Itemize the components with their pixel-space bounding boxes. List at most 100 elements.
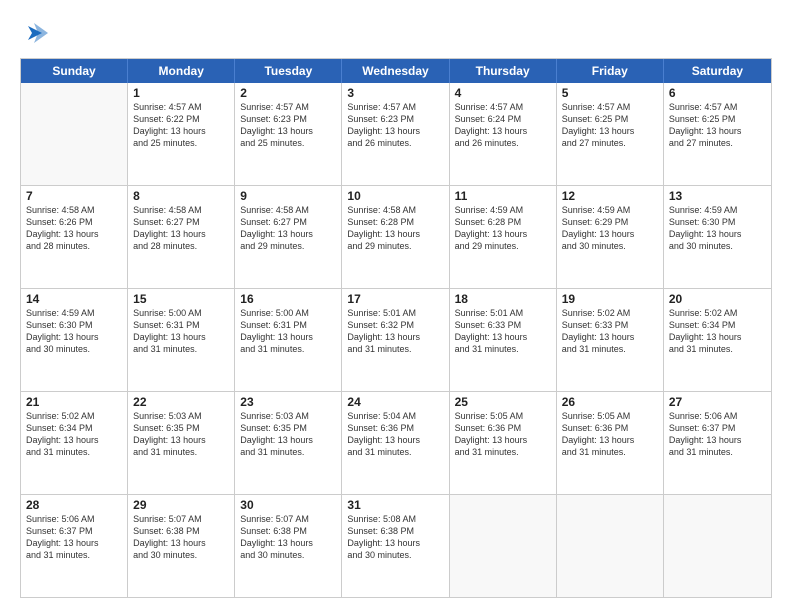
day-number: 13 (669, 189, 766, 203)
day-number: 17 (347, 292, 443, 306)
cell-info-line: and 31 minutes. (455, 446, 551, 458)
cell-info-line: Sunset: 6:35 PM (133, 422, 229, 434)
cell-info-line: Sunset: 6:38 PM (133, 525, 229, 537)
cell-info-line: and 31 minutes. (562, 446, 658, 458)
cell-info-line: Sunrise: 4:58 AM (133, 204, 229, 216)
cell-info-line: Daylight: 13 hours (669, 434, 766, 446)
calendar-cell: 22Sunrise: 5:03 AMSunset: 6:35 PMDayligh… (128, 392, 235, 494)
header-day-tuesday: Tuesday (235, 59, 342, 83)
cell-info-line: Sunrise: 5:03 AM (240, 410, 336, 422)
cell-info-line: and 29 minutes. (347, 240, 443, 252)
cell-info-line: Sunset: 6:34 PM (26, 422, 122, 434)
cell-info-line: Sunset: 6:28 PM (455, 216, 551, 228)
cell-info-line: Daylight: 13 hours (347, 434, 443, 446)
cell-info-line: Sunset: 6:23 PM (240, 113, 336, 125)
cell-info-line: Sunset: 6:37 PM (26, 525, 122, 537)
cell-info-line: Sunset: 6:38 PM (347, 525, 443, 537)
header-day-friday: Friday (557, 59, 664, 83)
calendar-cell: 31Sunrise: 5:08 AMSunset: 6:38 PMDayligh… (342, 495, 449, 597)
cell-info-line: Sunset: 6:27 PM (133, 216, 229, 228)
logo-icon (20, 18, 50, 48)
day-number: 25 (455, 395, 551, 409)
calendar-cell: 1Sunrise: 4:57 AMSunset: 6:22 PMDaylight… (128, 83, 235, 185)
cell-info-line: Daylight: 13 hours (26, 434, 122, 446)
cell-info-line: Daylight: 13 hours (240, 537, 336, 549)
day-number: 31 (347, 498, 443, 512)
cell-info-line: and 27 minutes. (669, 137, 766, 149)
calendar-cell: 28Sunrise: 5:06 AMSunset: 6:37 PMDayligh… (21, 495, 128, 597)
calendar-cell: 15Sunrise: 5:00 AMSunset: 6:31 PMDayligh… (128, 289, 235, 391)
cell-info-line: and 31 minutes. (347, 343, 443, 355)
cell-info-line: Daylight: 13 hours (455, 434, 551, 446)
cell-info-line: Sunset: 6:38 PM (240, 525, 336, 537)
day-number: 19 (562, 292, 658, 306)
cell-info-line: Sunrise: 4:57 AM (133, 101, 229, 113)
cell-info-line: Sunrise: 5:05 AM (562, 410, 658, 422)
calendar-cell: 4Sunrise: 4:57 AMSunset: 6:24 PMDaylight… (450, 83, 557, 185)
cell-info-line: Daylight: 13 hours (562, 228, 658, 240)
cell-info-line: Daylight: 13 hours (562, 125, 658, 137)
cell-info-line: Sunrise: 4:58 AM (347, 204, 443, 216)
page: SundayMondayTuesdayWednesdayThursdayFrid… (0, 0, 792, 612)
calendar-cell: 2Sunrise: 4:57 AMSunset: 6:23 PMDaylight… (235, 83, 342, 185)
cell-info-line: Sunset: 6:25 PM (669, 113, 766, 125)
cell-info-line: Daylight: 13 hours (562, 434, 658, 446)
cell-info-line: Daylight: 13 hours (455, 331, 551, 343)
cell-info-line: Sunset: 6:22 PM (133, 113, 229, 125)
cell-info-line: and 31 minutes. (133, 446, 229, 458)
cell-info-line: Sunset: 6:36 PM (455, 422, 551, 434)
cell-info-line: Sunrise: 5:08 AM (347, 513, 443, 525)
day-number: 28 (26, 498, 122, 512)
calendar-cell (21, 83, 128, 185)
cell-info-line: Sunrise: 4:57 AM (455, 101, 551, 113)
calendar-cell: 18Sunrise: 5:01 AMSunset: 6:33 PMDayligh… (450, 289, 557, 391)
cell-info-line: Sunrise: 5:04 AM (347, 410, 443, 422)
calendar-cell: 23Sunrise: 5:03 AMSunset: 6:35 PMDayligh… (235, 392, 342, 494)
cell-info-line: Daylight: 13 hours (240, 228, 336, 240)
cell-info-line: and 26 minutes. (455, 137, 551, 149)
day-number: 8 (133, 189, 229, 203)
calendar-cell: 8Sunrise: 4:58 AMSunset: 6:27 PMDaylight… (128, 186, 235, 288)
cell-info-line: Sunrise: 4:57 AM (347, 101, 443, 113)
cell-info-line: and 30 minutes. (669, 240, 766, 252)
calendar-cell (450, 495, 557, 597)
calendar-cell: 12Sunrise: 4:59 AMSunset: 6:29 PMDayligh… (557, 186, 664, 288)
cell-info-line: and 31 minutes. (562, 343, 658, 355)
cell-info-line: Daylight: 13 hours (133, 537, 229, 549)
day-number: 15 (133, 292, 229, 306)
day-number: 29 (133, 498, 229, 512)
cell-info-line: Daylight: 13 hours (133, 331, 229, 343)
cell-info-line: Daylight: 13 hours (455, 228, 551, 240)
cell-info-line: Sunset: 6:30 PM (26, 319, 122, 331)
cell-info-line: Sunrise: 4:58 AM (240, 204, 336, 216)
calendar-body: 1Sunrise: 4:57 AMSunset: 6:22 PMDaylight… (21, 83, 771, 597)
calendar-cell: 25Sunrise: 5:05 AMSunset: 6:36 PMDayligh… (450, 392, 557, 494)
cell-info-line: Sunset: 6:28 PM (347, 216, 443, 228)
calendar-cell: 3Sunrise: 4:57 AMSunset: 6:23 PMDaylight… (342, 83, 449, 185)
cell-info-line: and 31 minutes. (240, 446, 336, 458)
cell-info-line: Sunrise: 5:03 AM (133, 410, 229, 422)
calendar-cell: 7Sunrise: 4:58 AMSunset: 6:26 PMDaylight… (21, 186, 128, 288)
cell-info-line: and 31 minutes. (133, 343, 229, 355)
cell-info-line: Sunrise: 5:06 AM (26, 513, 122, 525)
cell-info-line: Sunset: 6:32 PM (347, 319, 443, 331)
calendar-cell: 27Sunrise: 5:06 AMSunset: 6:37 PMDayligh… (664, 392, 771, 494)
cell-info-line: Sunset: 6:35 PM (240, 422, 336, 434)
calendar-cell: 9Sunrise: 4:58 AMSunset: 6:27 PMDaylight… (235, 186, 342, 288)
cell-info-line: Sunset: 6:27 PM (240, 216, 336, 228)
cell-info-line: Sunrise: 4:57 AM (562, 101, 658, 113)
cell-info-line: and 31 minutes. (669, 446, 766, 458)
calendar-cell: 19Sunrise: 5:02 AMSunset: 6:33 PMDayligh… (557, 289, 664, 391)
day-number: 18 (455, 292, 551, 306)
calendar-cell: 14Sunrise: 4:59 AMSunset: 6:30 PMDayligh… (21, 289, 128, 391)
cell-info-line: Daylight: 13 hours (26, 537, 122, 549)
cell-info-line: Sunrise: 4:57 AM (669, 101, 766, 113)
calendar-cell: 26Sunrise: 5:05 AMSunset: 6:36 PMDayligh… (557, 392, 664, 494)
cell-info-line: and 25 minutes. (240, 137, 336, 149)
calendar-week-4: 21Sunrise: 5:02 AMSunset: 6:34 PMDayligh… (21, 392, 771, 495)
day-number: 11 (455, 189, 551, 203)
cell-info-line: Daylight: 13 hours (669, 228, 766, 240)
cell-info-line: and 31 minutes. (240, 343, 336, 355)
cell-info-line: Sunset: 6:36 PM (562, 422, 658, 434)
cell-info-line: and 30 minutes. (133, 549, 229, 561)
